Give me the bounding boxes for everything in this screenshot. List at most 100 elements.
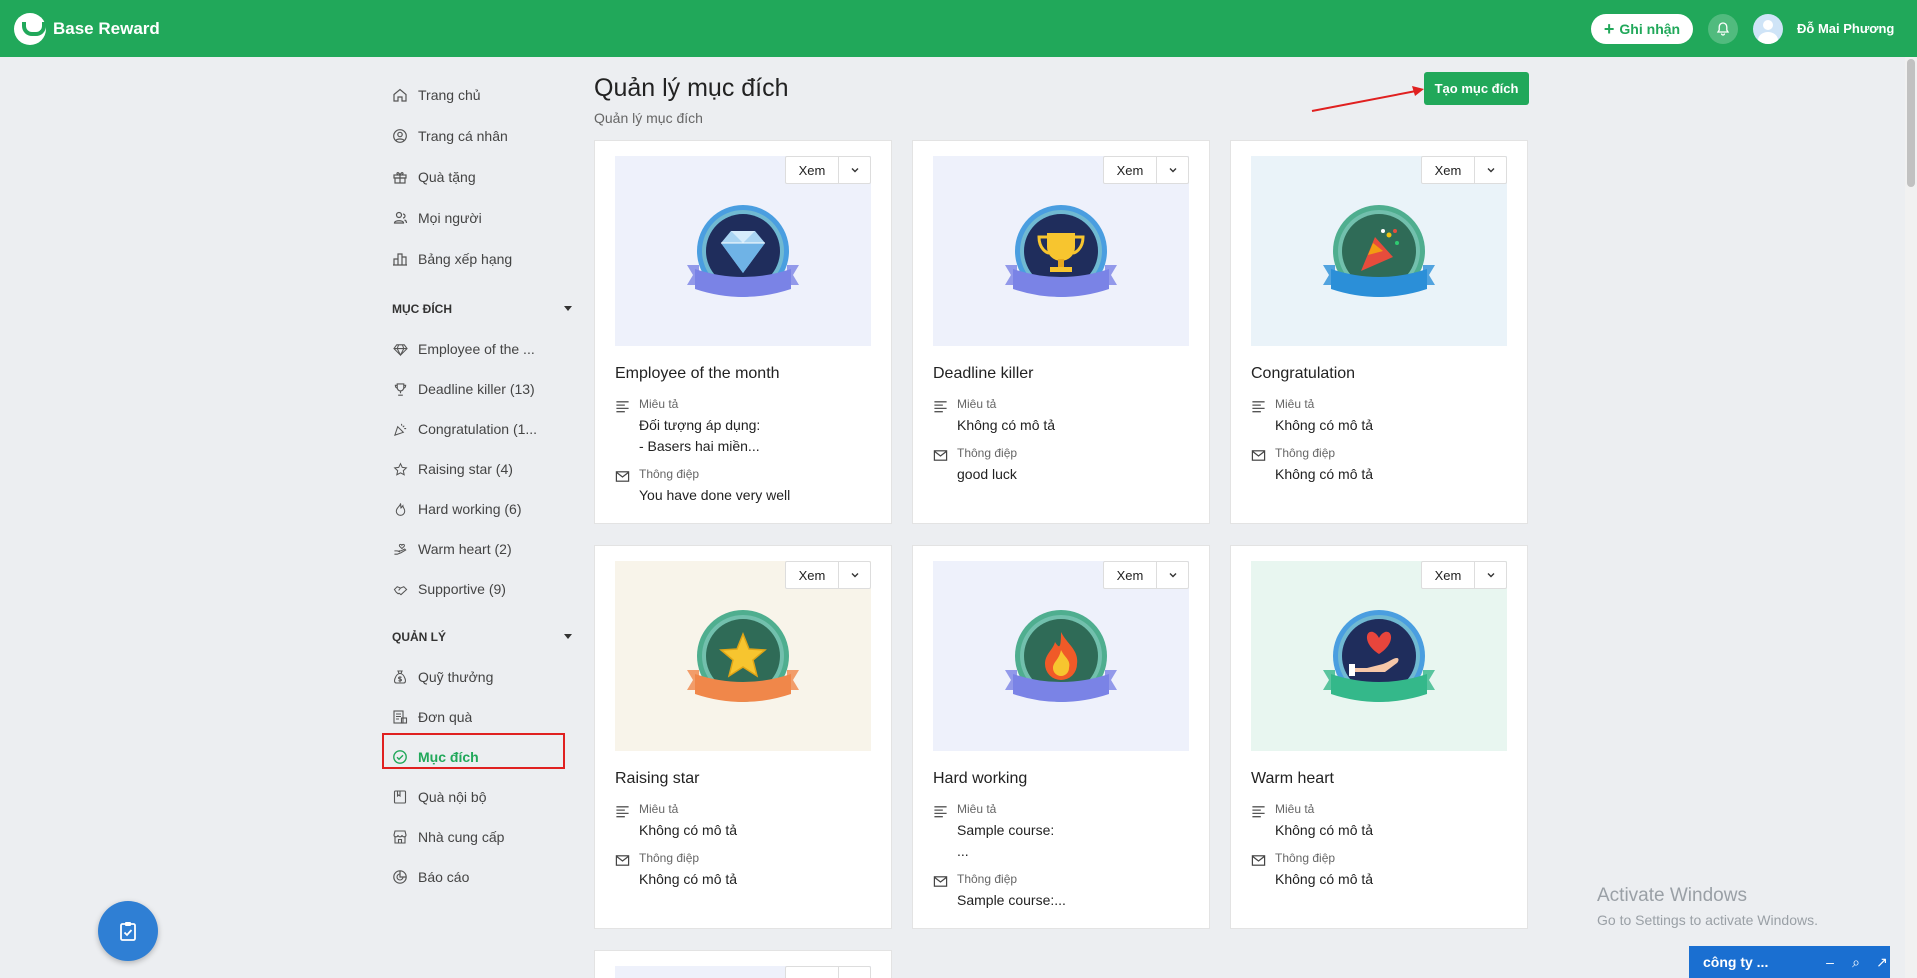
- card-banner: [933, 561, 1189, 751]
- view-button[interactable]: Xem: [1422, 157, 1474, 183]
- caret-down-icon[interactable]: [564, 306, 572, 311]
- sidebar-manage-item[interactable]: Nhà cung cấp: [382, 817, 572, 857]
- trophy-icon: [394, 382, 406, 396]
- sidebar-purpose-item[interactable]: Supportive (9): [382, 569, 572, 609]
- star-badge-image: [687, 610, 799, 702]
- purpose-card[interactable]: Xem Raising star Miêu tả Không có mô tả Thôn…: [594, 545, 892, 929]
- more-dropdown-button[interactable]: [838, 967, 870, 978]
- purpose-card[interactable]: Xem Hard working Miêu tả Sample course:... T…: [912, 545, 1210, 929]
- card-title[interactable]: Warm heart: [1251, 770, 1334, 788]
- more-dropdown-button[interactable]: [1474, 157, 1506, 183]
- manage-section-header[interactable]: QUẢN LÝ: [392, 630, 572, 644]
- view-button[interactable]: Xem: [1104, 562, 1156, 588]
- sidebar-item-leaderboard[interactable]: Bảng xếp hạng: [382, 239, 572, 279]
- chevron-down-icon: [1169, 573, 1176, 578]
- more-dropdown-button[interactable]: [1156, 562, 1188, 588]
- activation-title: Activate Windows: [1597, 885, 1747, 906]
- people-icon: [393, 211, 408, 224]
- description-text: Đối tượng áp dụng:: [639, 417, 761, 433]
- chevron-down-icon: [1169, 168, 1176, 173]
- card-title[interactable]: Deadline killer: [933, 365, 1034, 383]
- sidebar-item-label: Quỹ thưởng: [418, 669, 494, 685]
- description-icon: [1252, 401, 1265, 413]
- description-label: Miêu tả: [1275, 397, 1315, 411]
- brand-name[interactable]: Base Reward: [53, 19, 160, 39]
- card-title[interactable]: Raising star: [615, 770, 699, 788]
- view-button[interactable]: Xem: [1104, 157, 1156, 183]
- purpose-card[interactable]: Xem Employee of the month Miêu tả Đối tượng…: [594, 140, 892, 524]
- message-label: Thông điệp: [1275, 851, 1336, 865]
- sidebar-manage-item[interactable]: Báo cáo: [382, 857, 572, 897]
- chat-bar[interactable]: công ty ... – ⌕ ↗: [1689, 946, 1890, 978]
- sidebar-item-profile[interactable]: Trang cá nhân: [382, 116, 572, 156]
- view-button[interactable]: Xem: [1422, 562, 1474, 588]
- description-text: Không có mô tả: [1275, 417, 1374, 433]
- description-icon: [1252, 806, 1265, 818]
- sidebar-purpose-item[interactable]: Hard working (6): [382, 489, 572, 529]
- description-icon: [934, 806, 947, 818]
- active-item-highlight: [382, 733, 565, 769]
- create-purpose-button[interactable]: Tạo mục đích: [1424, 72, 1529, 105]
- fund-icon: [393, 670, 407, 684]
- sidebar-manage-item[interactable]: Quà nội bộ: [382, 777, 572, 817]
- chevron-down-icon: [1487, 168, 1494, 173]
- scrollbar-thumb[interactable]: [1907, 59, 1915, 187]
- message-text: Không có mô tả: [1275, 871, 1374, 887]
- more-dropdown-button[interactable]: [838, 562, 870, 588]
- section-title: MỤC ĐÍCH: [392, 302, 452, 316]
- card-banner: [615, 156, 871, 346]
- sidebar-item-label: Bảng xếp hạng: [418, 251, 513, 267]
- search-icon[interactable]: ⌕: [1848, 954, 1864, 971]
- card-title[interactable]: Congratulation: [1251, 365, 1355, 383]
- sidebar-purpose-item[interactable]: Employee of the ...: [382, 329, 572, 369]
- purpose-card[interactable]: Xem Congratulation Miêu tả Không có mô tả Th…: [1230, 140, 1528, 524]
- view-button[interactable]: Xem: [786, 562, 838, 588]
- description-label: Miêu tả: [639, 397, 679, 411]
- card-title[interactable]: Employee of the month: [615, 365, 780, 383]
- more-dropdown-button[interactable]: [1156, 157, 1188, 183]
- sidebar-purpose-item[interactable]: Warm heart (2): [382, 529, 572, 569]
- more-dropdown-button[interactable]: [838, 157, 870, 183]
- chat-title[interactable]: công ty ...: [1703, 954, 1768, 970]
- message-text: You have done very well: [639, 487, 791, 503]
- logo-icon[interactable]: [14, 13, 46, 45]
- view-button[interactable]: Xem: [786, 157, 838, 183]
- notification-button[interactable]: [1708, 14, 1738, 44]
- page-scrollbar[interactable]: [1905, 57, 1917, 978]
- mail-icon: [1251, 450, 1266, 461]
- minimize-icon[interactable]: –: [1822, 954, 1838, 970]
- sidebar-manage-item[interactable]: Quỹ thưởng: [382, 657, 572, 697]
- purpose-card[interactable]: Xem Deadline killer Miêu tả Không có mô tả T…: [912, 140, 1210, 524]
- sidebar-purpose-item[interactable]: Raising star (4): [382, 449, 572, 489]
- card-banner: [933, 156, 1189, 346]
- message-text: good luck: [957, 466, 1017, 482]
- sidebar-item-gift[interactable]: Quà tặng: [382, 157, 572, 197]
- mail-icon: [933, 450, 948, 461]
- sidebar-purpose-item[interactable]: Congratulation (1...: [382, 409, 572, 449]
- trophy-badge-image: [1005, 205, 1117, 297]
- purpose-card[interactable]: [594, 950, 892, 978]
- caret-down-icon[interactable]: [564, 634, 572, 639]
- sidebar-item-label: Quà tặng: [418, 169, 476, 185]
- sidebar-manage-item[interactable]: Đơn quà: [382, 697, 572, 737]
- sidebar-item-label: Employee of the ...: [418, 341, 535, 357]
- purpose-section-header[interactable]: MỤC ĐÍCH: [392, 302, 572, 316]
- sidebar-item-label: Báo cáo: [418, 869, 470, 885]
- task-fab-button[interactable]: [98, 901, 158, 961]
- fire-badge-image: [1005, 610, 1117, 702]
- more-dropdown-button[interactable]: [1474, 562, 1506, 588]
- view-button-group: Xem: [1421, 156, 1507, 184]
- sidebar-item-home[interactable]: Trang chủ: [382, 75, 572, 115]
- user-name[interactable]: Đỗ Mai Phương: [1797, 21, 1894, 36]
- sidebar-item-people[interactable]: Mọi người: [382, 198, 572, 238]
- record-button[interactable]: + Ghi nhận: [1591, 14, 1693, 44]
- card-title[interactable]: Hard working: [933, 770, 1027, 788]
- view-button[interactable]: [786, 967, 838, 978]
- mail-icon: [1251, 855, 1266, 866]
- sidebar-purpose-item[interactable]: Deadline killer (13): [382, 369, 572, 409]
- external-link-icon[interactable]: ↗: [1874, 954, 1890, 971]
- purpose-card[interactable]: Xem Warm heart Miêu tả Không có mô tả Thông …: [1230, 545, 1528, 929]
- description-text: ...: [957, 843, 969, 859]
- diamond-badge-image: [687, 205, 799, 297]
- avatar[interactable]: [1753, 14, 1783, 44]
